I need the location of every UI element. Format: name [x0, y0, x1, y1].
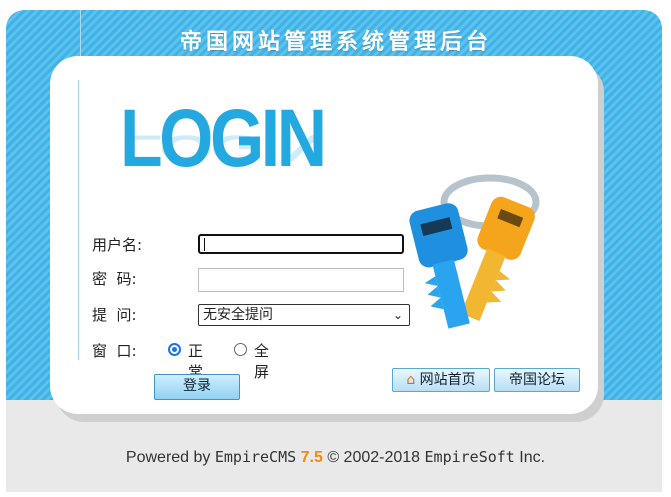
site-home-label: 网站首页: [419, 372, 476, 388]
footer-company: EmpireSoft: [424, 448, 515, 466]
footer-suffix: Inc.: [519, 449, 546, 466]
window-label: 窗 口:: [92, 342, 137, 360]
question-select-value: 无安全提问: [203, 307, 273, 323]
radio-fullscreen[interactable]: [234, 343, 247, 356]
footer-brand: EmpireCMS: [214, 448, 297, 466]
footer-version: 7.5: [300, 449, 323, 466]
home-icon: ⌂: [406, 372, 416, 388]
radio-normal[interactable]: [168, 343, 181, 356]
keys-illustration: [409, 174, 540, 329]
question-select[interactable]: 无安全提问 ⌄: [198, 304, 410, 326]
login-button[interactable]: 登录: [154, 374, 240, 400]
footer: Powered by EmpireCMS 7.5 © 2002-2018 Emp…: [0, 448, 671, 467]
site-home-button[interactable]: ⌂ 网站首页: [392, 368, 490, 392]
radio-fullscreen-label[interactable]: 全屏: [254, 340, 269, 382]
text-caret: [204, 238, 205, 251]
footer-copyright: © 2002-2018: [327, 449, 421, 466]
login-logo-reflection: LOGIN: [120, 127, 324, 169]
password-label: 密 码:: [92, 270, 137, 288]
question-label: 提 问:: [92, 306, 137, 324]
username-label: 用户名:: [92, 236, 143, 254]
forum-button[interactable]: 帝国论坛: [494, 368, 580, 392]
username-input[interactable]: [198, 234, 404, 254]
app-title: 帝国网站管理系统管理后台: [179, 30, 492, 55]
card-divider: [78, 80, 79, 360]
login-card: LOGIN LOGIN 用户名: 密 码: 提 问: 无安全提问 ⌄ 窗 口: …: [50, 56, 598, 414]
footer-powered-by: Powered by: [125, 449, 211, 466]
password-input[interactable]: [198, 268, 404, 292]
